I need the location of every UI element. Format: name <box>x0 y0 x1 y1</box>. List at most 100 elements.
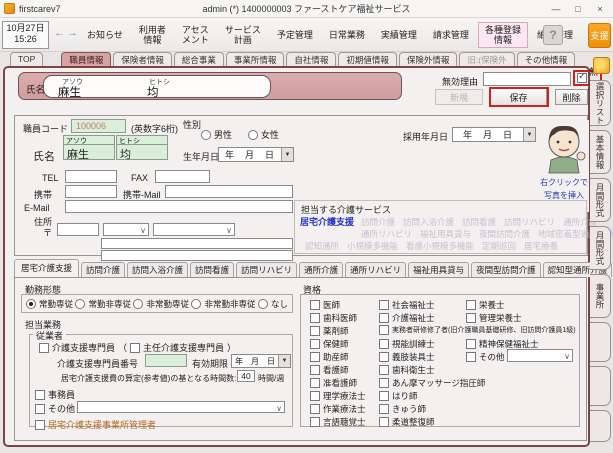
support-button[interactable]: 支援 <box>588 23 611 48</box>
close-button[interactable]: × <box>589 0 611 17</box>
qual-ishi-checkbox[interactable] <box>310 300 320 310</box>
qual-other-select[interactable]: ∨ <box>507 349 573 362</box>
chief-care-manager-checkbox[interactable] <box>130 343 140 353</box>
delete-button[interactable]: 削除 <box>555 89 588 105</box>
help-button[interactable]: ? <box>543 25 563 45</box>
worktype-radio2-circle[interactable] <box>75 299 85 309</box>
qual-kyu-checkbox[interactable] <box>379 404 389 414</box>
tab-hokensha-joho[interactable]: 保険者情報 <box>113 52 172 67</box>
care-manager-checkbox[interactable] <box>39 343 49 353</box>
worktype-radio1-circle[interactable] <box>26 299 36 309</box>
other-duty-checkbox[interactable] <box>35 404 45 414</box>
tab-top[interactable]: TOP <box>10 52 43 67</box>
last-name-field[interactable]: 麻生 <box>63 144 115 160</box>
worktype-hijokin-senju-radio[interactable]: 非常勤専従 <box>133 298 189 310</box>
service-tab-fukushi-yogu[interactable]: 福祉用具貸与 <box>408 262 469 277</box>
qual-shakai-fukushi-checkbox[interactable] <box>379 300 389 310</box>
rail-tab-gekkan-keishiki-1[interactable]: 月間形式 <box>590 178 611 222</box>
gender-female-radio[interactable]: 女性 <box>248 128 279 141</box>
staff-code-field[interactable]: 100006 <box>71 119 126 133</box>
nav-item-nichijo[interactable]: 日常業務 <box>322 27 372 43</box>
valid-period-select[interactable]: 年 月 日 ▼ <box>231 354 291 368</box>
qual-judo-seifuku-checkbox[interactable] <box>379 417 389 427</box>
rail-tab-jigyosho[interactable]: 事業所 <box>590 274 611 318</box>
qual-kangoshi-checkbox[interactable] <box>310 365 320 375</box>
new-button[interactable]: 新規 <box>435 89 483 105</box>
service-tab-tsusho-rehab[interactable]: 通所リハビリ <box>345 262 406 277</box>
minimize-button[interactable]: — <box>545 0 567 17</box>
rail-tab-kihon-joho[interactable]: 基本情報 <box>590 130 611 174</box>
qual-anma-checkbox[interactable] <box>379 378 389 388</box>
qual-gishi-sogu-checkbox[interactable] <box>379 352 389 362</box>
tab-old-hokengai[interactable]: 旧:(保険外 <box>459 52 514 67</box>
service-tab-tsusho-kaigo[interactable]: 通所介護 <box>299 262 343 277</box>
forward-arrow-icon[interactable]: → <box>67 27 78 39</box>
first-name-field[interactable]: 均 <box>116 144 168 160</box>
rail-tab-blank-1[interactable] <box>590 322 611 362</box>
service-tab-homon-rehab[interactable]: 訪問リハビリ <box>236 262 297 277</box>
qual-shika-ishi-checkbox[interactable] <box>310 313 320 323</box>
qual-hokenshi-checkbox[interactable] <box>310 339 320 349</box>
hours-field[interactable]: 40 <box>237 370 255 382</box>
service-tab-homon-kango[interactable]: 訪問看護 <box>190 262 234 277</box>
rail-tab-gekkan-keishiki-2[interactable]: 月間形式 <box>590 226 611 270</box>
worktype-radio4-circle[interactable] <box>191 299 201 309</box>
email-input[interactable] <box>65 200 293 213</box>
qual-eiyoshi-checkbox[interactable] <box>466 300 476 310</box>
office-manager-checkbox[interactable] <box>35 420 45 430</box>
male-radio-circle[interactable] <box>201 130 211 140</box>
nav-item-oshirase[interactable]: お知らせ <box>80 27 130 43</box>
worktype-radio3-circle[interactable] <box>133 299 143 309</box>
worktype-none-radio[interactable]: なし <box>258 298 288 310</box>
service-tab-homon-nyuyoku[interactable]: 訪問入浴介護 <box>127 262 188 277</box>
mascot-icon[interactable] <box>593 57 610 74</box>
hire-date-select[interactable]: 年 月 日 ▼ <box>452 127 536 142</box>
save-button[interactable]: 保存 <box>491 89 547 105</box>
rail-tab-sentaku-list[interactable]: 選択リスト <box>590 80 611 126</box>
qual-sagyo-checkbox[interactable] <box>310 404 320 414</box>
qual-kaigo-fukushi-checkbox[interactable] <box>379 313 389 323</box>
nav-item-seikyu[interactable]: 請求管理 <box>426 27 476 43</box>
worktype-jokin-senju-radio[interactable]: 常勤専従 <box>26 298 73 310</box>
mobile-mail-input[interactable] <box>165 185 293 198</box>
birth-date-arrow-icon[interactable]: ▼ <box>281 148 293 161</box>
tab-sogo-jigyo[interactable]: 総合事業 <box>174 52 224 67</box>
back-arrow-icon[interactable]: ← <box>54 27 65 39</box>
valid-period-arrow-icon[interactable]: ▼ <box>278 355 290 367</box>
clerk-checkbox[interactable] <box>35 390 45 400</box>
qual-shika-eisei-checkbox[interactable] <box>379 365 389 375</box>
invalid-checkbox[interactable] <box>577 73 587 83</box>
worktype-jokin-hisenju-radio[interactable]: 常勤非専従 <box>75 298 131 310</box>
birth-date-select[interactable]: 年 月 日 ▼ <box>218 147 294 162</box>
qual-josanshi-checkbox[interactable] <box>310 352 320 362</box>
service-tab-yakan-homon[interactable]: 夜間型訪問介護 <box>471 262 541 277</box>
qual-jitsumusha-checkbox[interactable] <box>379 325 389 335</box>
prefecture-select[interactable]: ∨ <box>103 223 149 236</box>
tab-jigyosho-joho[interactable]: 事業所情報 <box>226 52 285 67</box>
qual-gengo-checkbox[interactable] <box>310 417 320 427</box>
other-duty-select[interactable]: ∨ <box>77 401 285 413</box>
service-tab-kyotaku[interactable]: 居宅介護支援 <box>14 259 79 277</box>
qual-hari-checkbox[interactable] <box>379 391 389 401</box>
tab-jisha-joho[interactable]: 自社情報 <box>286 52 336 67</box>
postal-code-input[interactable] <box>57 223 99 236</box>
tab-hokengai-joho[interactable]: 保険外情報 <box>399 52 458 67</box>
address-line1-input[interactable] <box>101 238 293 249</box>
worktype-radio5-circle[interactable] <box>258 299 268 309</box>
service-kyotaku-kaigo-shien[interactable]: 居宅介護支援 <box>300 215 354 228</box>
qual-kanri-eiyoshi-checkbox[interactable] <box>466 313 476 323</box>
rail-tab-blank-3[interactable] <box>590 410 611 442</box>
fax-input[interactable] <box>155 170 210 183</box>
nav-item-riyosha[interactable]: 利用者 情報 <box>132 22 173 49</box>
city-select[interactable]: ∨ <box>153 223 235 236</box>
nav-item-kakushu-toroku[interactable]: 各種登録 情報 <box>478 22 528 49</box>
tab-sonota-joho[interactable]: その他情報 <box>517 52 576 67</box>
qual-rigaku-checkbox[interactable] <box>310 391 320 401</box>
tab-shokuin-joho[interactable]: 職員情報 <box>61 52 111 67</box>
tab-shokichi-joho[interactable]: 初期値情報 <box>338 52 397 67</box>
nav-item-assessment[interactable]: アセス メント <box>175 22 216 49</box>
qual-other-checkbox[interactable] <box>466 352 476 362</box>
hire-date-arrow-icon[interactable]: ▼ <box>523 128 535 141</box>
gender-male-radio[interactable]: 男性 <box>201 128 232 141</box>
mobile-input[interactable] <box>65 185 117 198</box>
